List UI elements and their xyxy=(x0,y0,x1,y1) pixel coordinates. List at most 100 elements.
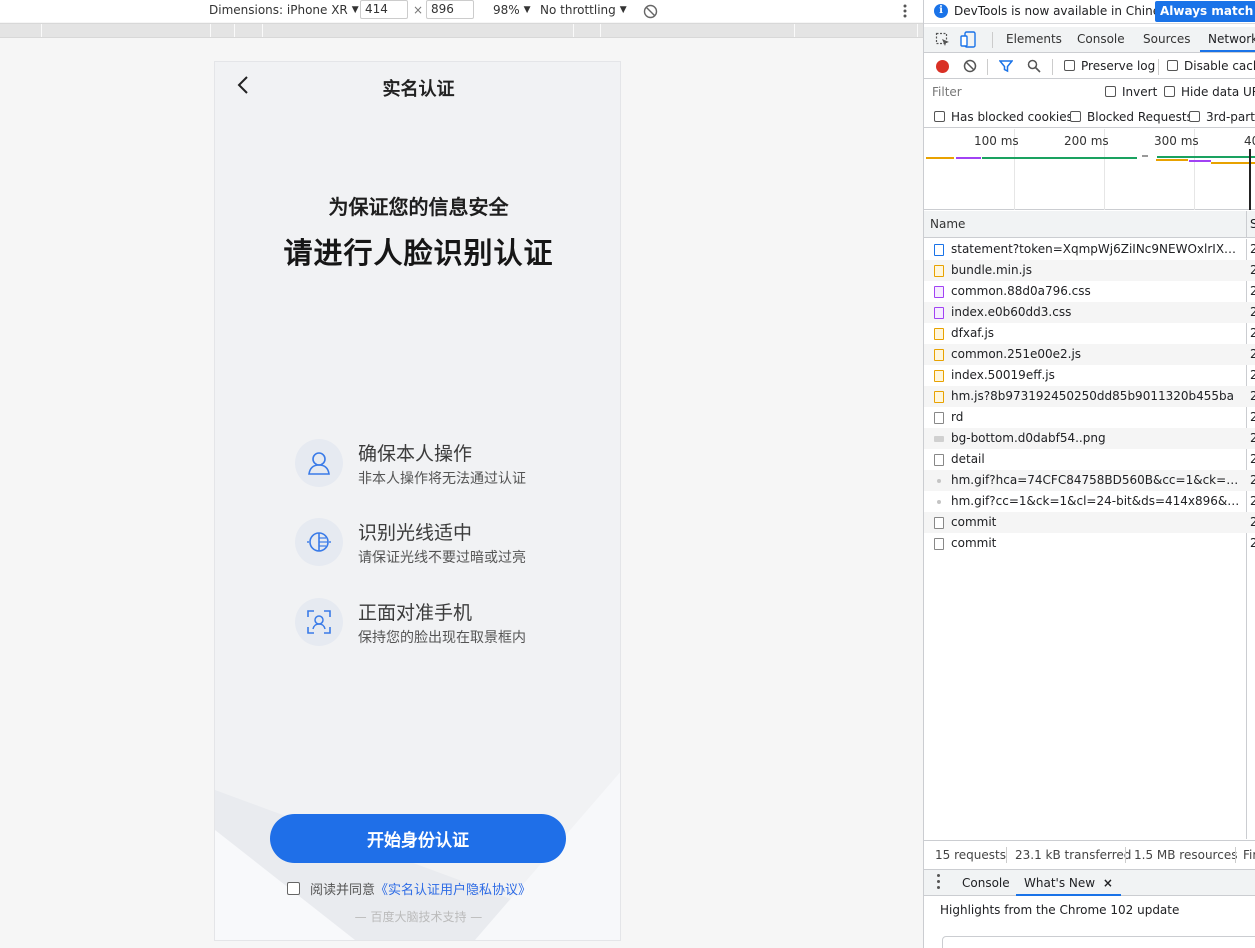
request-name: rd xyxy=(951,410,964,424)
request-row[interactable]: dfxaf.js 2 xyxy=(924,323,1255,344)
preserve-log-checkbox[interactable]: Preserve log xyxy=(1064,59,1155,73)
brightness-icon xyxy=(295,518,343,566)
info-bar: i DevTools is now available in Chinese! … xyxy=(924,0,1255,24)
hide-data-urls-label: Hide data URLs xyxy=(1181,85,1255,99)
request-status: 2 xyxy=(1250,449,1255,470)
tabs-separator xyxy=(992,32,993,48)
request-row[interactable]: rd 2 xyxy=(924,407,1255,428)
inspect-element-icon[interactable] xyxy=(935,32,951,51)
request-row[interactable]: hm.gif?hca=74CFC84758BD560B&cc=1&ck=1&cl… xyxy=(924,470,1255,491)
drawer-tab-console[interactable]: Console xyxy=(962,876,1010,890)
tip-title: 识别光线适中 xyxy=(358,522,473,544)
request-status: 2 xyxy=(1250,365,1255,386)
disable-cache-label: Disable cache xyxy=(1184,59,1255,73)
request-row[interactable]: commit 2 xyxy=(924,533,1255,554)
drawer-tab-label: What's New xyxy=(1024,876,1096,890)
user-icon xyxy=(295,439,343,487)
phone-viewport: 实名认证 为保证您的信息安全 请进行人脸识别认证 确保本人操作 非本人操作将无法… xyxy=(214,61,621,941)
agreement-checkbox[interactable] xyxy=(287,881,300,895)
device-height-input[interactable]: 896 xyxy=(426,0,474,19)
request-status: 2 xyxy=(1250,491,1255,512)
column-separator[interactable] xyxy=(1246,211,1247,238)
zoom-label: 98% xyxy=(493,3,520,17)
request-status: 2 xyxy=(1250,302,1255,323)
request-row[interactable]: commit 2 xyxy=(924,512,1255,533)
network-overview[interactable]: 100 ms 200 ms 300 ms 40 xyxy=(924,129,1255,210)
tab-sources[interactable]: Sources xyxy=(1143,27,1190,52)
close-icon[interactable]: × xyxy=(1103,876,1113,890)
invert-checkbox[interactable]: Invert xyxy=(1105,85,1157,99)
checkbox-box xyxy=(934,111,945,122)
tab-console[interactable]: Console xyxy=(1077,27,1125,52)
request-row[interactable]: index.e0b60dd3.css 2 xyxy=(924,302,1255,323)
more-options-icon[interactable] xyxy=(900,1,910,21)
request-name: index.e0b60dd3.css xyxy=(951,305,1072,319)
request-status: 2 xyxy=(1250,323,1255,344)
disable-cache-checkbox[interactable]: Disable cache xyxy=(1167,59,1255,73)
request-row[interactable]: bg-bottom.d0dabf54..png 2 xyxy=(924,428,1255,449)
tab-elements[interactable]: Elements xyxy=(1006,27,1062,52)
search-icon[interactable] xyxy=(1027,59,1041,76)
has-blocked-cookies-checkbox[interactable]: Has blocked cookies xyxy=(934,110,1073,124)
request-row[interactable]: hm.gif?cc=1&ck=1&cl=24-bit&ds=414x896&vl… xyxy=(924,491,1255,512)
zoom-select[interactable]: 98% ▼ xyxy=(493,0,531,20)
request-list: statement?token=XqmpWj6ZiINc9NEWOxlrIXSg… xyxy=(924,239,1255,554)
file-img-icon xyxy=(934,436,944,442)
request-status: 2 xyxy=(1250,512,1255,533)
always-match-chrome-button[interactable]: Always match Chrome xyxy=(1155,1,1255,22)
privacy-agreement-link[interactable]: 《实名认证用户隐私协议》 xyxy=(375,879,531,898)
media-query-ruler xyxy=(0,23,923,38)
headline-large: 请进行人脸识别认证 xyxy=(283,236,554,270)
request-name: dfxaf.js xyxy=(951,326,995,340)
request-name: common.88d0a796.css xyxy=(951,284,1091,298)
column-status[interactable]: S xyxy=(1250,217,1255,231)
request-row[interactable]: index.50019eff.js 2 xyxy=(924,365,1255,386)
file-js-icon xyxy=(934,391,944,403)
blocked-requests-label: Blocked Requests xyxy=(1087,110,1193,124)
hide-data-urls-checkbox[interactable]: Hide data URLs xyxy=(1164,85,1255,99)
request-row[interactable]: common.88d0a796.css 2 xyxy=(924,281,1255,302)
request-name: detail xyxy=(951,452,985,466)
agreement-row: 阅读并同意 《实名认证用户隐私协议》 xyxy=(287,878,531,898)
request-row[interactable]: common.251e00e2.js 2 xyxy=(924,344,1255,365)
more-icon[interactable] xyxy=(937,874,941,890)
throttling-select[interactable]: No throttling ▼ xyxy=(540,0,627,20)
blocked-requests-checkbox[interactable]: Blocked Requests xyxy=(1070,110,1193,124)
checkbox-box xyxy=(1189,111,1200,122)
third-party-checkbox[interactable]: 3rd-party xyxy=(1189,110,1255,124)
record-icon[interactable] xyxy=(936,60,949,73)
request-row[interactable]: bundle.min.js 2 xyxy=(924,260,1255,281)
device-dimensions-select[interactable]: Dimensions: iPhone XR ▼ xyxy=(209,0,359,20)
request-row[interactable]: hm.js?8b973192450250dd85b9011320b455ba 2 xyxy=(924,386,1255,407)
device-toggle-icon[interactable] xyxy=(960,31,977,51)
timeline-label: 100 ms xyxy=(974,134,1019,148)
request-row[interactable]: statement?token=XqmpWj6ZiINc9NEWOxlrIXSg… xyxy=(924,239,1255,260)
column-name[interactable]: Name xyxy=(930,217,965,231)
request-status: 2 xyxy=(1250,281,1255,302)
filter-input[interactable]: Filter xyxy=(928,83,1093,102)
drawer-tabs: Console What's New × xyxy=(924,870,1255,896)
file-other-icon xyxy=(934,517,944,529)
request-status: 2 xyxy=(1250,239,1255,260)
file-other-icon xyxy=(934,412,944,424)
tab-network[interactable]: Network xyxy=(1200,27,1255,52)
tip-desc: 请保证光线不要过暗或过亮 xyxy=(358,550,526,566)
preserve-log-label: Preserve log xyxy=(1081,59,1156,73)
request-status: 2 xyxy=(1250,344,1255,365)
device-emulation-area: Dimensions: iPhone XR ▼ 414 × 896 98% ▼ … xyxy=(0,0,923,948)
network-summary: 15 requests 23.1 kB transferred 1.5 MB r… xyxy=(924,840,1255,868)
start-verification-button[interactable]: 开始身份认证 xyxy=(270,814,566,863)
request-row[interactable]: detail 2 xyxy=(924,449,1255,470)
checkbox-box xyxy=(1164,86,1175,97)
chevron-down-icon: ▼ xyxy=(523,5,531,15)
info-message: DevTools is now available in Chinese! xyxy=(954,4,1179,18)
device-width-input[interactable]: 414 xyxy=(360,0,408,19)
has-blocked-cookies-label: Has blocked cookies xyxy=(951,110,1073,124)
request-name: index.50019eff.js xyxy=(951,368,1055,382)
headline-small: 为保证您的信息安全 xyxy=(328,195,509,219)
rotate-icon[interactable] xyxy=(643,1,658,21)
drawer-tab-whats-new[interactable]: What's New × xyxy=(1016,870,1121,896)
filter-icon[interactable] xyxy=(998,59,1014,76)
file-other-icon xyxy=(934,454,944,466)
clear-icon[interactable] xyxy=(963,59,977,76)
